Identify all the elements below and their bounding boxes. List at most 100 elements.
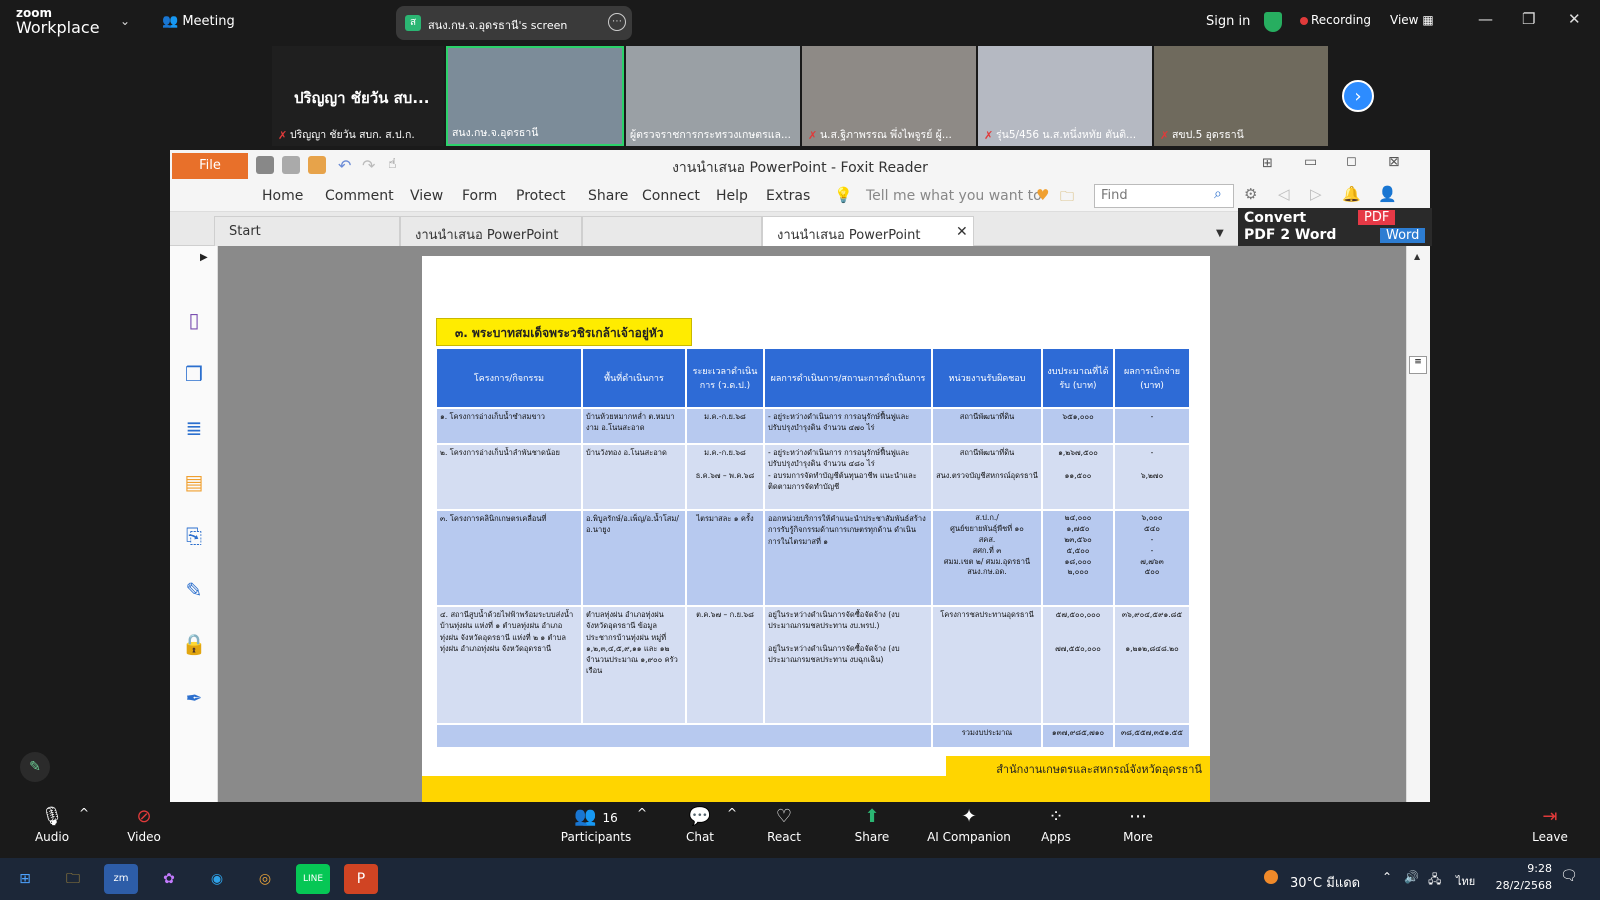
layout-icon[interactable]: ⊞ [1262,156,1273,171]
tab-blank[interactable] [582,216,762,246]
volume-icon[interactable]: 🔊 [1404,870,1419,884]
bookmark-icon[interactable]: ▯ [180,306,208,334]
react-button[interactable]: ♡ React [764,806,804,844]
folder-search-icon[interactable]: 🗀 [1060,186,1074,210]
video-button[interactable]: ⊘ Video [124,806,164,844]
video-tile[interactable]: ผู้ตรวจราชการกระทรวงเกษตรแล... [626,46,800,146]
chat-options-icon[interactable]: ^ [726,806,738,820]
find-input[interactable]: Find [1094,184,1234,208]
scroll-up-icon[interactable]: ▲ [1414,252,1420,261]
recording-status[interactable]: Recording [1311,13,1371,27]
audio-options-icon[interactable]: ^ [78,806,90,820]
close-icon[interactable]: ⊠ [1388,154,1400,170]
view-label: View [1390,13,1419,27]
menu-protect[interactable]: Protect [516,188,566,204]
menu-view[interactable]: View [410,188,443,204]
video-tile[interactable]: ✗ สขป.5 อุดรธานี [1154,46,1328,146]
menu-form[interactable]: Form [462,188,497,204]
attachment-icon[interactable]: ⎘ [180,522,208,550]
file-explorer-icon[interactable]: 🗀 [56,864,90,894]
user-icon[interactable]: 👤 [1378,185,1397,203]
apps-button[interactable]: ⁘ Apps [1036,806,1076,844]
menu-extras[interactable]: Extras [766,188,810,204]
mic-muted-icon: 🎙 [40,806,64,827]
tray-up-icon[interactable]: ⌃ [1382,870,1392,884]
leave-button[interactable]: ⇥ Leave [1530,806,1570,844]
copilot-icon[interactable]: ✿ [152,864,186,894]
back-icon[interactable]: ◁ [1278,185,1290,203]
heart-icon[interactable]: ♥ [1036,186,1049,204]
video-tile-active[interactable]: สนง.กษ.จ.อุดรธานี [446,46,624,146]
start-icon[interactable]: ⊞ [8,864,42,894]
network-icon[interactable]: 🖧 [1428,870,1441,891]
more-icon[interactable]: ⋯ [608,13,626,31]
view-button[interactable]: View ▦ [1390,13,1434,27]
signature-icon[interactable]: ✎ [180,576,208,604]
video-off-icon: ⊘ [136,806,152,827]
vertical-scrollbar[interactable]: ▲ ≡ [1406,246,1430,802]
chrome-icon[interactable]: ◎ [248,864,282,894]
weather-temp[interactable]: 30°C มีแดด [1290,872,1360,893]
menu-share[interactable]: Share [588,188,628,204]
minimize-icon[interactable]: — [1478,10,1493,28]
bell-icon[interactable]: 🔔 [1342,185,1361,203]
tab-dropdown-icon[interactable]: ▼ [1216,228,1224,239]
audio-button[interactable]: 🎙 Audio [32,806,72,844]
powerpoint-icon[interactable]: P [344,864,378,894]
certificate-icon[interactable]: ✒ [180,684,208,712]
lock-icon[interactable]: 🔒 [180,630,208,658]
menu-connect[interactable]: Connect [642,188,700,204]
chat-button[interactable]: 💬 Chat [680,806,720,844]
chevron-down-icon[interactable]: ⌄ [120,14,130,28]
menu-help[interactable]: Help [716,188,748,204]
tab-document[interactable]: งานนำเสนอ PowerPoint [400,216,582,246]
edge-icon[interactable]: ◉ [200,864,234,894]
table-cell: บ้านวังทอง อ.โนนสะอาด [582,444,686,510]
layers-icon[interactable]: ≣ [180,414,208,442]
menu-home[interactable]: Home [262,188,303,204]
window-title: งานนำเสนอ PowerPoint - Foxit Reader [672,160,928,176]
close-tab-icon[interactable]: ✕ [956,224,968,240]
search-icon[interactable]: ⌕ [1214,186,1222,202]
clock-date[interactable]: 28/2/2568 [1472,879,1552,892]
participants-options-icon[interactable]: ^ [636,806,648,820]
shield-icon[interactable] [1264,12,1282,32]
table-cell: ๓๖,๙๐๔,๕๙๑.๘๕ ๑,๒๑๒,๘๔๘.๒๐ [1114,606,1190,724]
table-cell: ออกหน่วยบริการให้คำแนะนำประชาสัมพันธ์สร้… [764,510,932,606]
comments-icon[interactable]: ▤ [180,468,208,496]
video-tile[interactable]: ✗ น.ส.ฐิภาพรรณ พึ่งไพจูรย์ ผู้... [802,46,976,146]
restore-icon[interactable]: ❐ [1522,10,1535,28]
tab-start[interactable]: Start [214,216,400,246]
video-tile[interactable]: ปริญญา ชัยวัน สบ... ✗ ปริญญา ชัยวัน สบก.… [272,46,444,146]
clock-time[interactable]: 9:28 [1492,862,1552,875]
notification-icon[interactable]: 🗨 [1560,868,1578,884]
meeting-menu[interactable]: 👥 Meeting [162,14,235,29]
video-tile[interactable]: ✗ รุ่น5/456 น.ส.หนึ่งหทัย ตันติ... [978,46,1152,146]
minimize-icon[interactable]: ▭ [1304,154,1317,170]
total-spent: ๓๘,๕๕๗,๓๕๑.๕๕ [1114,724,1190,748]
line-icon[interactable]: LINE [296,864,330,894]
participants-count: 16 [602,811,618,825]
chevron-right-icon[interactable]: › [1342,80,1374,112]
share-button[interactable]: ⬆ Share [852,806,892,844]
table-cell: ๒. โครงการอ่างเก็บน้ำลำพันชาดน้อย [436,444,582,510]
tell-me-input[interactable]: Tell me what you want to [866,188,1042,204]
gear-icon[interactable]: ⚙ [1244,185,1257,203]
forward-icon[interactable]: ▷ [1310,185,1322,203]
sign-in-button[interactable]: Sign in [1206,14,1250,29]
table-cell: ๒๔,๐๐๐ ๑,๗๕๐ ๒๓,๕๖๐ ๕,๕๐๐ ๑๘,๐๐๐ ๒,๐๐๐ [1042,510,1114,606]
participants-button[interactable]: 👥 16 Participants [556,806,636,844]
pages-icon[interactable]: ❒ [180,360,208,388]
menu-comment[interactable]: Comment [325,188,394,204]
scroll-thumb[interactable]: ≡ [1409,356,1427,374]
ai-companion-button[interactable]: ✦ AI Companion [926,806,1012,844]
zoom-app-icon[interactable]: zm [104,864,138,894]
close-icon[interactable]: ✕ [1568,10,1581,28]
tab-document-active[interactable]: งานนำเสนอ PowerPoint [762,216,974,246]
table-cell: - อยู่ระหว่างดำเนินการ การอนุรักษ์ฟื้นฟู… [764,408,932,444]
expand-panel-icon[interactable]: ▶ [200,252,208,263]
maximize-icon[interactable]: ◻ [1346,154,1357,169]
more-button[interactable]: ⋯ More [1118,806,1158,844]
annotate-pen-icon[interactable]: ✎ [20,752,50,782]
file-menu[interactable]: File [172,153,248,179]
